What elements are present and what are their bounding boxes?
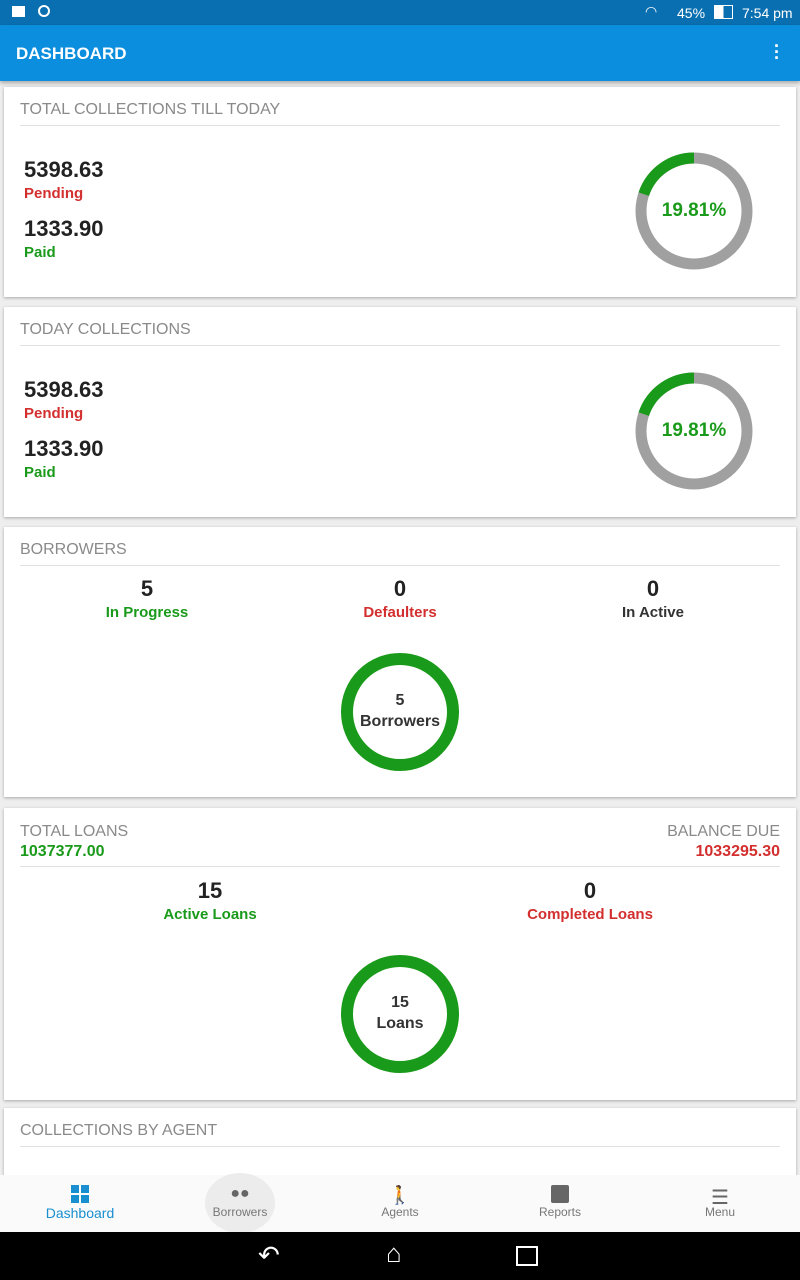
system-navigation-bar: ↶ ⌂ (0, 1232, 800, 1280)
completed-loans-label: Completed Loans (527, 906, 653, 923)
back-icon[interactable]: ↶ (258, 1240, 280, 1271)
page-title: DASHBOARD (16, 44, 127, 63)
inactive-count: 0 (646, 576, 660, 601)
nav-label: Dashboard (45, 1205, 115, 1221)
overflow-menu-icon[interactable]: · · · (774, 37, 780, 67)
total-loans-value: 1037377.00 (20, 843, 105, 860)
loans-ring-label: Loans (376, 1015, 424, 1032)
borrowers-ring-label: Borrowers (359, 713, 441, 730)
status-bar: ◠ 45% 7:54 pm (0, 0, 800, 25)
loans-ring (341, 955, 459, 1073)
nav-dashboard[interactable]: Dashboard (0, 1175, 160, 1232)
battery-percent: 45% (677, 5, 706, 21)
nav-borrowers[interactable]: ●● Borrowers (160, 1173, 320, 1233)
nav-agents[interactable]: 🚶 Agents (320, 1175, 480, 1232)
borrowers-ring (341, 653, 459, 771)
nav-menu[interactable]: ☰ Menu (640, 1175, 800, 1232)
paid-value: 1333.90 (24, 216, 104, 241)
inactive-label: In Active (622, 604, 684, 621)
nav-label: Menu (704, 1205, 736, 1219)
balance-due-value: 1033295.30 (695, 843, 780, 860)
pending-label: Pending (24, 405, 84, 422)
loans-total: 15 (391, 994, 409, 1011)
paid-label: Paid (24, 244, 56, 261)
app-bar: DASHBOARD · · · (0, 25, 800, 81)
clock: 7:54 pm (742, 5, 793, 21)
borrowers-card: BORROWERS 5 In Progress 0 Defaulters 0 I… (4, 527, 796, 797)
percent-label: 19.81% (661, 200, 727, 221)
card-title: TODAY COLLECTIONS (20, 321, 780, 346)
nav-label: Agents (381, 1205, 419, 1219)
nav-label: Reports (538, 1205, 582, 1219)
sync-icon (38, 5, 50, 17)
total-collections-card: TOTAL COLLECTIONS TILL TODAY 5398.63 Pen… (4, 87, 796, 297)
recents-icon[interactable] (516, 1246, 538, 1266)
borrowers-total: 5 (395, 692, 405, 709)
card-title: BORROWERS (20, 541, 780, 566)
active-loans-label: Active Loans (163, 906, 257, 923)
today-collections-card: TODAY COLLECTIONS 5398.63 Pending 1333.9… (4, 307, 796, 517)
active-loans-count: 15 (197, 878, 223, 903)
reports-icon (551, 1185, 569, 1203)
completed-loans-count: 0 (583, 878, 597, 903)
pending-value: 5398.63 (24, 377, 104, 402)
defaulters-count: 0 (393, 576, 407, 601)
dashboard-icon (71, 1185, 89, 1203)
paid-label: Paid (24, 464, 56, 481)
pending-value: 5398.63 (24, 157, 104, 182)
in-progress-count: 5 (140, 576, 154, 601)
percent-label: 19.81% (661, 420, 727, 441)
in-progress-label: In Progress (105, 604, 189, 621)
paid-value: 1333.90 (24, 436, 104, 461)
card-title: COLLECTIONS BY AGENT (20, 1122, 780, 1147)
balance-due-label: BALANCE DUE (667, 823, 780, 840)
defaulters-label: Defaulters (363, 604, 437, 621)
people-icon: ●● (230, 1185, 250, 1202)
gallery-icon (12, 6, 25, 17)
loans-card: TOTAL LOANS 1037377.00 BALANCE DUE 10332… (4, 808, 796, 1100)
card-title: TOTAL COLLECTIONS TILL TODAY (20, 101, 780, 126)
wifi-icon: ◠ (645, 3, 658, 19)
divider (20, 866, 780, 867)
nav-label: Borrowers (212, 1205, 268, 1219)
nav-reports[interactable]: Reports (480, 1175, 640, 1232)
total-loans-label: TOTAL LOANS (20, 823, 129, 840)
pending-label: Pending (24, 185, 84, 202)
agent-icon: 🚶 (388, 1185, 412, 1205)
battery-icon (714, 5, 733, 19)
home-icon[interactable]: ⌂ (386, 1238, 402, 1269)
bottom-navigation: Dashboard ●● Borrowers 🚶 Agents Reports … (0, 1173, 800, 1233)
